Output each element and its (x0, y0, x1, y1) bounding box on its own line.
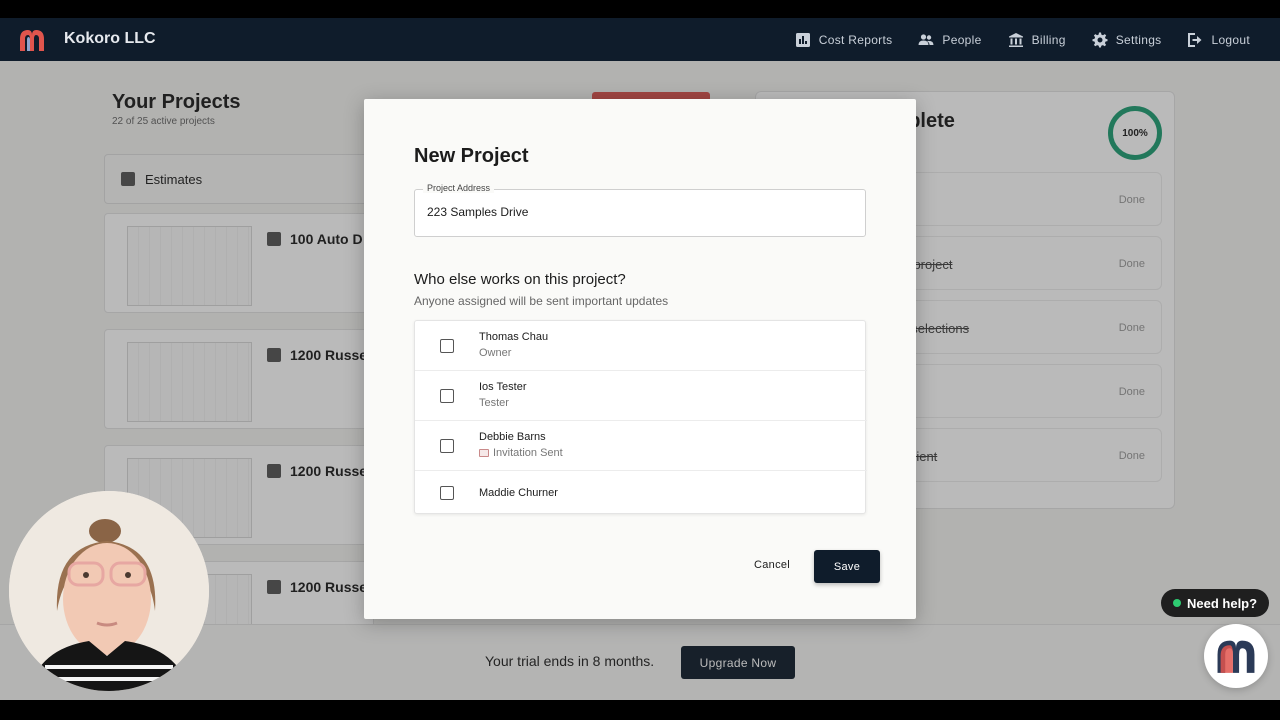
nav-cost-reports[interactable]: Cost Reports (795, 32, 893, 48)
envelope-icon (479, 449, 489, 457)
list-item[interactable]: Ios Tester Tester (415, 371, 867, 421)
brand-logo-icon (1217, 640, 1255, 673)
nav-billing-label: Billing (1031, 32, 1066, 47)
nav-menu: Cost Reports People Billing Settings Log… (795, 18, 1250, 61)
assignee-checkbox[interactable] (440, 339, 454, 353)
need-help-button[interactable]: Need help? (1161, 589, 1269, 617)
presenter-video-icon (9, 491, 209, 691)
nav-logout-label: Logout (1211, 32, 1250, 47)
person-role-text: Tester (479, 397, 509, 409)
invitation-status: Invitation Sent (479, 447, 563, 459)
person-role: Owner (479, 347, 511, 359)
assignees-heading: Who else works on this project? (414, 271, 626, 288)
assignee-checkbox[interactable] (440, 486, 454, 500)
project-address-input[interactable] (427, 205, 847, 219)
nav-people-label: People (942, 32, 982, 47)
list-item[interactable]: Maddie Churner (415, 471, 867, 515)
gear-icon (1092, 32, 1108, 47)
project-address-field[interactable]: Project Address (414, 183, 866, 237)
logout-icon (1188, 32, 1202, 47)
person-role: Tester (479, 397, 509, 409)
webcam-overlay (9, 491, 209, 691)
person-name: Ios Tester (479, 381, 527, 393)
assignees-list: Thomas Chau Owner Ios Tester Tester Debb… (414, 320, 867, 515)
assignees-subheading: Anyone assigned will be sent important u… (414, 294, 669, 308)
brand-logo-icon[interactable] (18, 27, 46, 53)
support-chat-launcher[interactable] (1204, 624, 1268, 688)
nav-people[interactable]: People (918, 32, 981, 48)
nav-logout[interactable]: Logout (1187, 32, 1250, 48)
project-address-label: Project Address (423, 183, 495, 193)
list-item[interactable]: Debbie Barns Invitation Sent (415, 421, 867, 471)
save-button[interactable]: Save (814, 550, 880, 583)
person-role-text: Invitation Sent (493, 447, 563, 459)
person-name: Thomas Chau (479, 331, 549, 343)
nav-settings-label: Settings (1115, 32, 1162, 47)
video-letterbox-bottom (0, 700, 1280, 720)
nav-cost-reports-label: Cost Reports (818, 32, 893, 47)
person-name: Debbie Barns (479, 431, 546, 443)
assignee-checkbox[interactable] (440, 389, 454, 403)
person-role-text: Owner (479, 347, 512, 359)
chart-icon (795, 32, 810, 47)
list-item[interactable]: Thomas Chau Owner (415, 321, 867, 371)
nav-billing[interactable]: Billing (1008, 32, 1066, 48)
new-project-modal: New Project Project Address Who else wor… (364, 99, 916, 619)
top-navbar: Kokoro LLC Cost Reports People Billing S… (0, 18, 1280, 61)
modal-title: New Project (414, 145, 529, 167)
brand-name[interactable]: Kokoro LLC (64, 30, 156, 48)
person-name: Maddie Churner (479, 487, 558, 499)
assignee-checkbox[interactable] (440, 439, 454, 453)
nav-settings[interactable]: Settings (1092, 32, 1162, 48)
bank-icon (1008, 32, 1023, 47)
online-status-dot (1173, 599, 1181, 607)
cancel-button[interactable]: Cancel (754, 559, 790, 571)
people-icon (918, 33, 934, 45)
need-help-label: Need help? (1187, 595, 1258, 611)
video-letterbox-top (0, 0, 1280, 18)
